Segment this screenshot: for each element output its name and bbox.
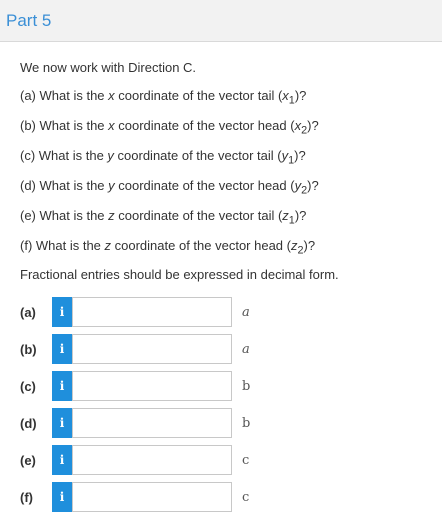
answer-label: (c) (20, 378, 36, 394)
question-list: (a) What is the x coordinate of the vect… (20, 87, 442, 257)
unit-label: a (242, 341, 250, 357)
answer-row-b: (b) i a (20, 334, 442, 364)
unit-label: c (242, 452, 250, 468)
info-icon[interactable]: i (52, 297, 72, 327)
question-d: (d) What is the y coordinate of the vect… (20, 178, 319, 197)
answer-row-c: (c) i b (20, 371, 442, 401)
answer-input-a[interactable] (72, 297, 232, 327)
unit-label: b (242, 415, 251, 431)
question-c: (c) What is the y coordinate of the vect… (20, 148, 306, 167)
part-header: Part 5 (0, 0, 442, 42)
answer-label: (f) (20, 489, 33, 505)
question-f: (f) What is the z coordinate of the vect… (20, 238, 316, 257)
answer-input-b[interactable] (72, 334, 232, 364)
answer-row-d: (d) i b (20, 408, 442, 438)
info-icon[interactable]: i (52, 482, 72, 512)
answer-input-c[interactable] (72, 371, 232, 401)
answer-row-e: (e) i c (20, 445, 442, 475)
answer-label: (b) (20, 341, 37, 357)
answer-input-e[interactable] (72, 445, 232, 475)
answer-row-f: (f) i c (20, 482, 442, 512)
info-icon[interactable]: i (52, 445, 72, 475)
question-e: (e) What is the z coordinate of the vect… (20, 208, 307, 227)
decimal-note: Fractional entries should be expressed i… (20, 267, 339, 282)
unit-label: a (242, 304, 250, 320)
question-b: (b) What is the x coordinate of the vect… (20, 118, 319, 137)
answer-row-a: (a) i a (20, 297, 442, 327)
intro-text: We now work with Direction C. (20, 60, 197, 75)
unit-label: c (242, 489, 250, 505)
answer-label: (a) (20, 304, 36, 320)
part-title: Part 5 (6, 10, 52, 30)
question-content: We now work with Direction C. (a) What i… (0, 42, 442, 512)
answer-input-d[interactable] (72, 408, 232, 438)
answer-label: (d) (20, 415, 37, 431)
info-icon[interactable]: i (52, 371, 72, 401)
info-icon[interactable]: i (52, 334, 72, 364)
info-icon[interactable]: i (52, 408, 72, 438)
answer-input-f[interactable] (72, 482, 232, 512)
answer-rows: (a) i a (b) i a (c) i b (d) i b (e) i c (20, 297, 442, 512)
question-a: (a) What is the x coordinate of the vect… (20, 88, 307, 107)
unit-label: b (242, 378, 251, 394)
answer-label: (e) (20, 452, 36, 468)
